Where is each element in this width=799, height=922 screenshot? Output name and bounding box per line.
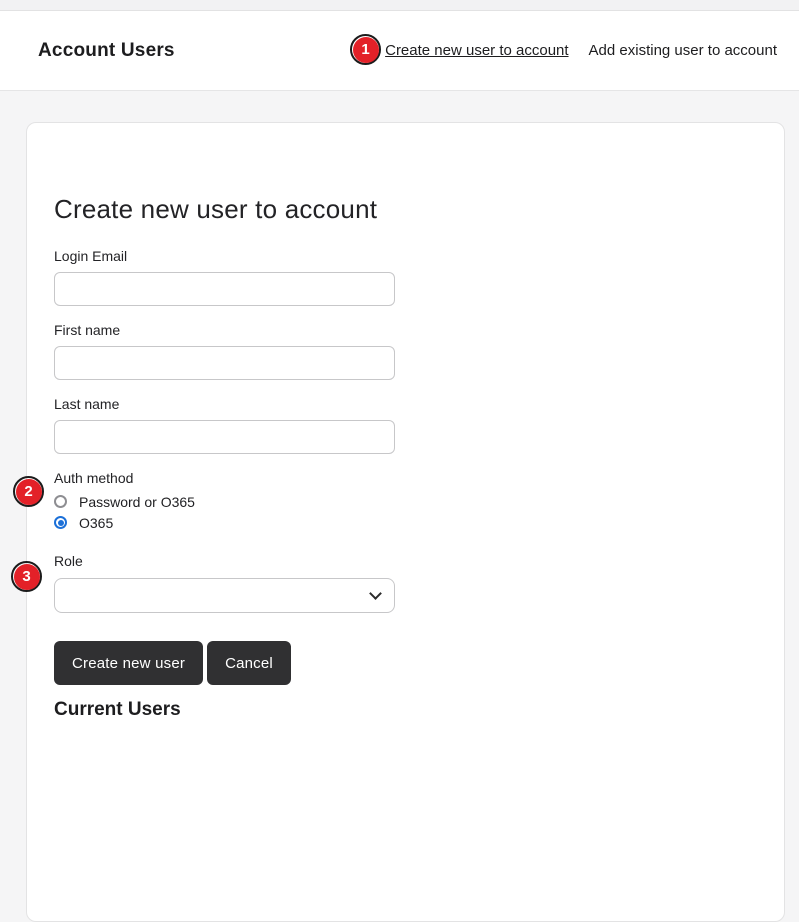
last-name-label: Last name <box>54 396 120 412</box>
create-new-user-link[interactable]: Create new user to account <box>385 42 568 59</box>
step-marker-2-number: 2 <box>15 478 42 505</box>
radio-o365-label: O365 <box>79 514 114 531</box>
first-name-group: First name <box>54 322 757 380</box>
cancel-button[interactable]: Cancel <box>207 641 291 685</box>
current-users-heading: Current Users <box>54 699 181 720</box>
step-marker-3: 3 <box>11 561 42 592</box>
radio-o365[interactable]: O365 <box>54 512 757 533</box>
login-email-group: Login Email <box>54 248 757 306</box>
page-title: Account Users <box>38 39 175 61</box>
auth-method-group: Auth method Password or O365 O365 <box>54 470 757 533</box>
step-marker-1: 1 <box>350 34 381 65</box>
radio-password-or-o365[interactable]: Password or O365 <box>54 491 757 512</box>
form-actions: Create new user Cancel <box>54 641 757 685</box>
add-existing-user-link[interactable]: Add existing user to account <box>589 42 777 59</box>
top-strip <box>0 0 799 11</box>
step-marker-1-number: 1 <box>352 36 379 63</box>
header-actions: Create new user to account Add existing … <box>349 42 777 59</box>
radio-icon <box>54 516 67 529</box>
form-heading: Create new user to account <box>54 194 378 224</box>
create-new-user-button[interactable]: Create new user <box>54 641 204 685</box>
login-email-label: Login Email <box>54 248 128 264</box>
last-name-group: Last name <box>54 396 757 454</box>
login-email-input[interactable] <box>54 272 395 306</box>
chevron-down-icon <box>369 587 382 600</box>
last-name-input[interactable] <box>54 420 395 454</box>
step-marker-3-number: 3 <box>13 563 40 590</box>
first-name-label: First name <box>54 322 121 338</box>
first-name-input[interactable] <box>54 346 395 380</box>
role-select[interactable] <box>54 578 395 613</box>
auth-method-label: Auth method <box>54 470 134 486</box>
radio-icon <box>54 495 67 508</box>
page-header: Account Users Create new user to account… <box>0 11 799 91</box>
radio-password-or-o365-label: Password or O365 <box>79 493 195 510</box>
role-label: Role <box>54 553 83 569</box>
step-marker-2: 2 <box>13 476 44 507</box>
create-user-card: Create new user to account Login Email F… <box>26 122 785 922</box>
role-group: Role <box>54 553 757 613</box>
